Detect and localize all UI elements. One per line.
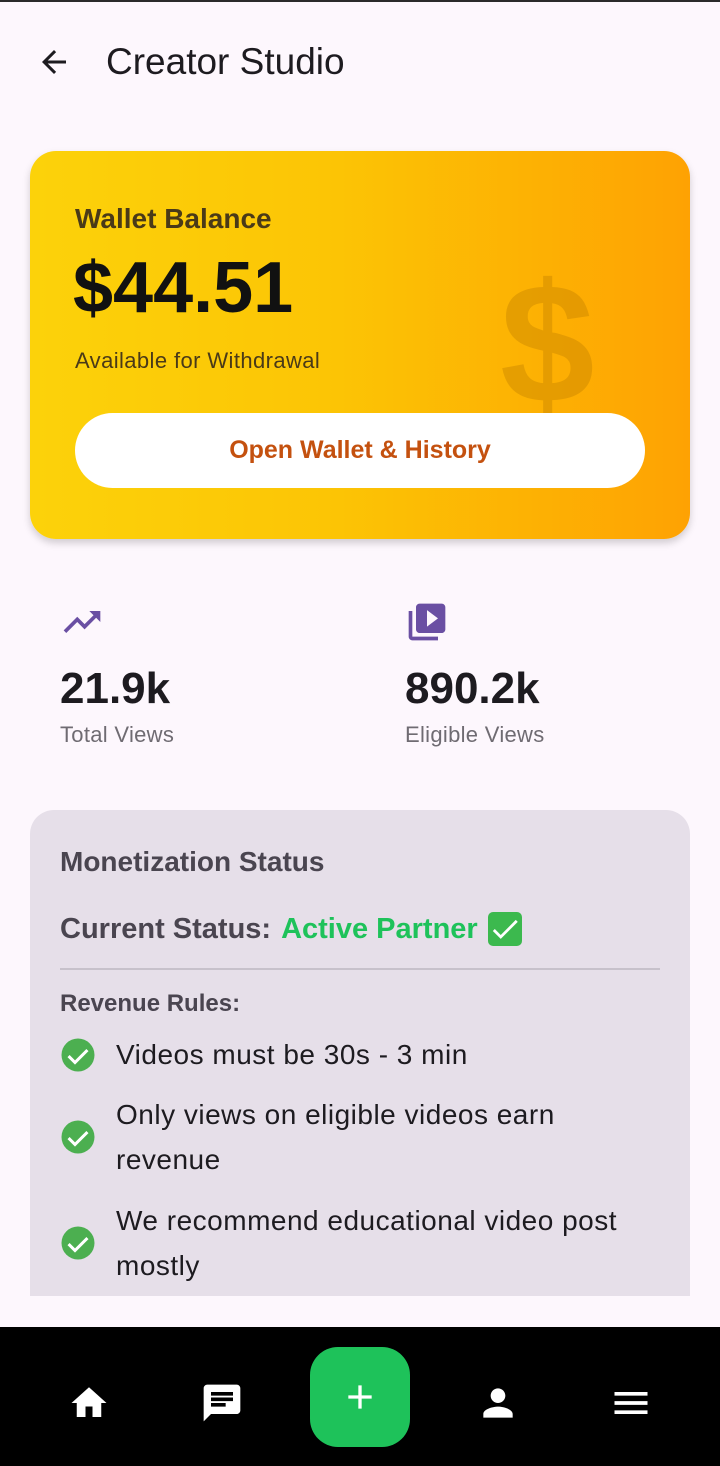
status-label: Current Status: [60, 912, 272, 945]
rule-text: We recommend educational video post most… [116, 1205, 618, 1281]
person-icon [483, 1388, 513, 1418]
wallet-card: Wallet Balance $44.51 Available for With… [30, 151, 690, 539]
nav-profile[interactable] [474, 1379, 522, 1427]
stat-total-views: 21.9k Total Views [60, 600, 360, 748]
back-button[interactable] [26, 34, 82, 90]
stat-label: Total Views [60, 722, 175, 747]
rule-text: Only views on eligible videos earn reven… [116, 1099, 555, 1175]
rule-item: We recommend educational video post most… [60, 1198, 660, 1288]
nav-home[interactable] [65, 1379, 113, 1427]
monetization-title: Monetization Status [60, 846, 325, 877]
home-icon [71, 1387, 107, 1417]
nav-menu[interactable] [607, 1379, 655, 1427]
stat-eligible-views: 890.2k Eligible Views [405, 600, 705, 748]
status-bar-line [0, 0, 720, 2]
nav-chat[interactable] [198, 1379, 246, 1427]
create-button[interactable] [310, 1347, 410, 1447]
wallet-label: Wallet Balance [75, 203, 272, 234]
menu-icon [614, 1392, 648, 1414]
stat-value: 890.2k [405, 664, 540, 713]
wallet-balance: $44.51 [73, 248, 294, 328]
dollar-icon: $ [500, 249, 595, 439]
stat-label: Eligible Views [405, 722, 545, 747]
app-header: Creator Studio [0, 24, 720, 100]
current-status: Current Status: Active Partner [60, 912, 522, 946]
page-title: Creator Studio [106, 41, 345, 82]
check-circle-icon [61, 1120, 95, 1154]
chat-icon [203, 1384, 241, 1422]
wallet-subtitle: Available for Withdrawal [75, 348, 321, 373]
stat-value: 21.9k [60, 664, 171, 713]
rules-title: Revenue Rules: [60, 990, 241, 1017]
rule-item: Only views on eligible videos earn reven… [60, 1092, 660, 1182]
divider [60, 968, 660, 970]
status-value: Active Partner [281, 912, 478, 945]
check-circle-icon [61, 1038, 95, 1071]
arrow-left-icon [42, 50, 66, 74]
monetization-card: Monetization Status Current Status: Acti… [30, 810, 690, 1296]
check-circle-icon [61, 1226, 95, 1260]
open-wallet-button[interactable]: Open Wallet & History [75, 413, 645, 488]
rule-item: Videos must be 30s - 3 min [60, 1032, 660, 1077]
trending-up-icon [63, 611, 101, 633]
rule-text: Videos must be 30s - 3 min [116, 1039, 468, 1070]
video-library-icon [408, 603, 446, 641]
bottom-navigation [0, 1327, 720, 1466]
check-mark-button-icon [487, 912, 522, 946]
plus-icon [348, 1385, 372, 1409]
